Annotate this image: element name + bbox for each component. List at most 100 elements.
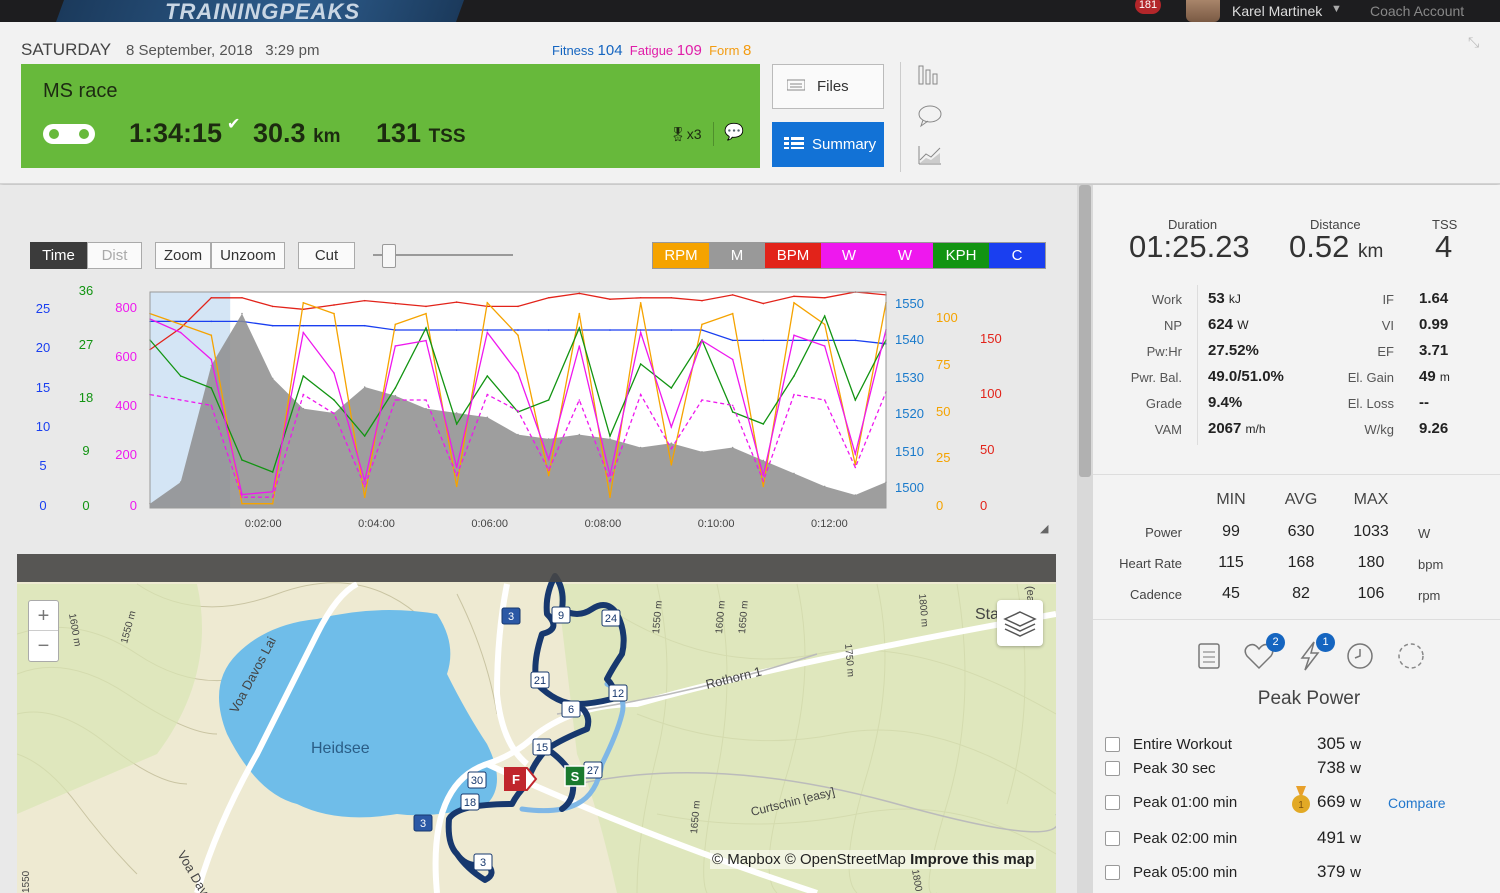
point-bpm-0-16 [639, 296, 642, 299]
point-rpm-3-15 [609, 496, 611, 498]
unzoom-button[interactable]: Unzoom [211, 242, 285, 269]
avatar[interactable] [1186, 0, 1220, 22]
legend-rpm-0[interactable]: RPM [653, 243, 709, 268]
point-w-6-2 [210, 404, 213, 407]
point-c-1-4 [271, 324, 274, 327]
y-tick-magenta: 0 [130, 498, 137, 513]
point-rpm-3-8 [394, 323, 397, 326]
peak-checkbox[interactable] [1105, 761, 1120, 776]
pace-clock-icon[interactable] [1344, 640, 1376, 672]
finish-label: F [512, 772, 520, 787]
point-c-1-5 [302, 324, 305, 327]
x-tick-label: 0:12:00 [811, 518, 848, 530]
summary-button[interactable]: Summary [772, 122, 884, 167]
y-tick-elev: 1510 [895, 444, 924, 459]
workout-title[interactable]: MS race [43, 80, 117, 103]
legend-kph-5[interactable]: KPH [933, 243, 989, 268]
zoom-out-button[interactable]: − [29, 631, 58, 661]
speech-bubble-icon[interactable] [917, 104, 945, 128]
point-w-5-1 [179, 331, 182, 334]
summary-distance-number: 0.52 [1289, 229, 1350, 264]
mma-row-label: Heart Rate [1119, 556, 1182, 571]
legend-bpm-2[interactable]: BPM [765, 243, 821, 268]
dist-toggle[interactable]: Dist [87, 242, 142, 269]
point-w-5-11 [486, 331, 489, 334]
contour-label-9: 1550 [21, 870, 32, 893]
stat-value: 1.64 [1419, 290, 1448, 307]
osm-link[interactable]: © OpenStreetMap [785, 851, 906, 868]
improve-map-link[interactable]: Improve this map [910, 851, 1034, 868]
point-kph-4-23 [854, 399, 857, 401]
point-w-6-17 [670, 447, 673, 450]
legend-m-1[interactable]: M [709, 243, 765, 268]
point-w-6-19 [731, 404, 734, 407]
mma-max: 1033 [1353, 523, 1389, 540]
point-kph-4-15 [609, 435, 611, 437]
mapbox-link[interactable]: © Mapbox [712, 851, 781, 868]
legend-w-4[interactable]: W [877, 243, 933, 268]
peak-checkbox[interactable] [1105, 737, 1120, 752]
y-tick-magenta: 400 [115, 398, 137, 413]
route-map[interactable]: Heidsee Voa Davos Lai Rothorn 1 Curtschi… [17, 554, 1056, 893]
cut-button[interactable]: Cut [298, 242, 355, 269]
point-c-1-22 [823, 339, 826, 342]
point-w-5-20 [762, 474, 765, 477]
map-attribution: © Mapbox © OpenStreetMap Improve this ma… [710, 850, 1037, 869]
mma-max: 106 [1357, 585, 1385, 602]
x-tick-label: 0:10:00 [698, 518, 735, 530]
point-m-2-14 [578, 433, 581, 436]
peak-unit: w [1350, 830, 1361, 847]
point-w-6-13 [547, 469, 550, 471]
resize-handle-icon[interactable]: ◢ [1040, 522, 1048, 535]
collapse-icon[interactable]: ⤡ [1468, 34, 1479, 51]
peak-checkbox[interactable] [1105, 865, 1120, 880]
point-kph-4-22 [823, 315, 826, 317]
point-c-1-13 [547, 329, 550, 331]
zoom-button[interactable]: Zoom [155, 242, 211, 269]
mma-header: MIN [1216, 491, 1246, 508]
point-w-6-20 [762, 480, 765, 482]
dashed-circle-icon[interactable] [1395, 640, 1427, 672]
y-tick-red: 150 [980, 331, 1002, 346]
files-button[interactable]: Files [772, 64, 884, 109]
notification-badge[interactable]: 181 [1135, 0, 1161, 14]
stat-number: 9.4% [1208, 394, 1243, 411]
point-bpm-0-2 [210, 296, 213, 299]
peak-checkbox[interactable] [1105, 831, 1120, 846]
notes-icon[interactable] [1193, 640, 1225, 672]
fitness-value: 104 [597, 42, 623, 59]
map-canvas[interactable]: Heidsee Voa Davos Lai Rothorn 1 Curtschi… [17, 554, 1056, 893]
y-tick-red: 50 [980, 442, 994, 457]
legend-w-3[interactable]: W [821, 243, 877, 268]
medals[interactable]: 🎖x3 [669, 126, 702, 143]
user-name[interactable]: Karel Martinek [1232, 3, 1322, 19]
medal-icon: 🎖 [669, 126, 687, 142]
smoothing-slider-handle[interactable] [382, 244, 396, 268]
files-label: Files [817, 78, 849, 95]
point-m-2-9 [425, 407, 427, 410]
lap-marker-label: 6 [568, 704, 574, 716]
comment-icon[interactable]: 💬 [724, 122, 744, 142]
stat-value: 0.99 [1419, 316, 1448, 333]
compare-link[interactable]: Compare [1388, 795, 1446, 811]
app-logo[interactable]: TRAININGPEAKS [165, 0, 360, 24]
zoom-in-button[interactable]: + [29, 601, 58, 631]
point-m-2-7 [363, 386, 366, 388]
coach-account-link[interactable]: Coach Account [1370, 3, 1464, 19]
peak-checkbox[interactable] [1105, 795, 1120, 810]
scrollbar-thumb[interactable] [1079, 185, 1091, 477]
lap-marker-label: 18 [464, 797, 476, 809]
point-w-5-9 [425, 339, 427, 342]
stat-number: 49.0/51.0% [1208, 368, 1284, 385]
workout-chart[interactable]: 0:02:00 0:04:00 0:06:00 0:08:00 0:10:00 0:12:… [0, 280, 1077, 540]
stat-number: 27.52% [1208, 342, 1259, 359]
legend-c-6[interactable]: C [989, 243, 1045, 268]
point-c-1-1 [179, 320, 182, 323]
line-chart-icon[interactable] [917, 144, 945, 168]
time-toggle[interactable]: Time [30, 242, 87, 269]
chevron-down-icon[interactable]: ▼ [1331, 3, 1342, 15]
bar-chart-icon[interactable] [917, 64, 945, 88]
layers-button[interactable] [997, 600, 1043, 646]
point-w-5-2 [210, 358, 213, 361]
point-m-2-12 [517, 433, 519, 436]
